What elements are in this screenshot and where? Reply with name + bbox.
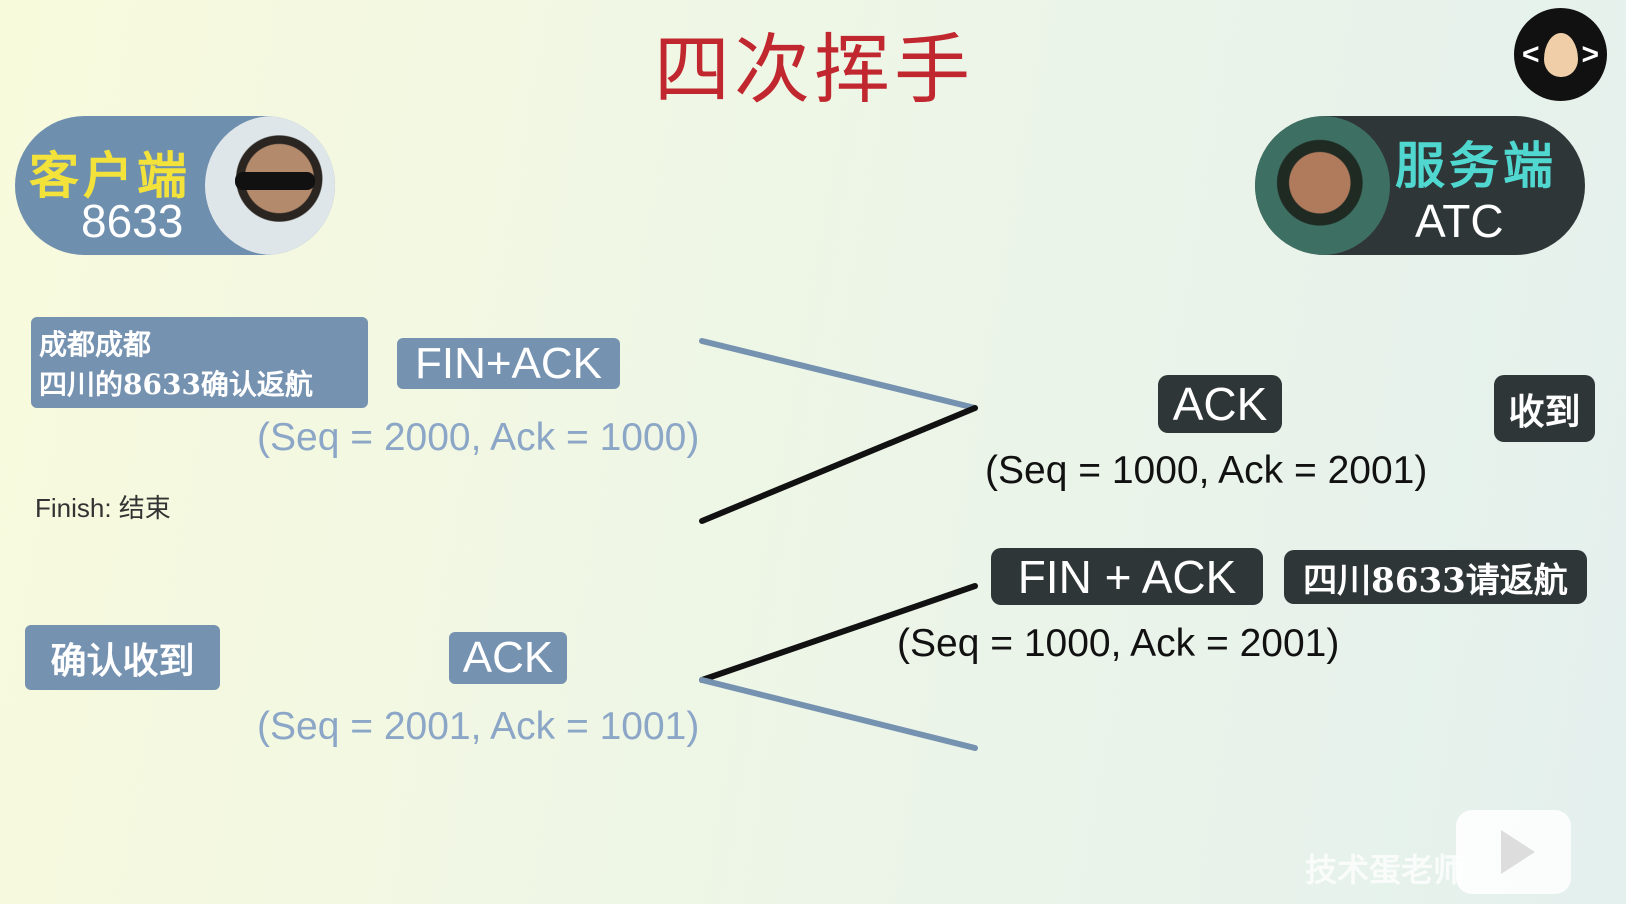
- watermark-text: 技术蛋老师: [1305, 852, 1466, 888]
- seq-step-2: (Seq = 1000, Ack = 2001): [985, 449, 1428, 492]
- ack-badge-client: ACK: [449, 632, 567, 684]
- play-icon: [1500, 830, 1535, 874]
- client-message-1-line1: 成都成都: [39, 328, 152, 361]
- ack-server-line: [699, 405, 978, 524]
- bilibili-tv-icon: [1456, 810, 1571, 894]
- client-message-1-line2: 四川的8633确认返航: [39, 368, 313, 401]
- fin-ack-badge-client: FIN+ACK: [397, 338, 620, 389]
- client-message-confirm: 确认收到: [25, 625, 220, 690]
- seq-step-1: (Seq = 2000, Ack = 1000): [257, 416, 700, 459]
- fin-ack-badge-server: FIN + ACK: [991, 548, 1263, 605]
- ack-badge-server: ACK: [1158, 375, 1282, 433]
- server-message-return: 四川8633请返航: [1284, 550, 1587, 604]
- fin-ack-client-line: [699, 338, 978, 411]
- ack-client-line: [699, 677, 978, 751]
- seq-step-4: (Seq = 2001, Ack = 1001): [257, 705, 700, 748]
- finish-note: Finish: 结束: [35, 493, 171, 523]
- server-message-received: 收到: [1494, 375, 1595, 442]
- client-message-1: 成都成都 四川的8633确认返航: [31, 317, 368, 408]
- seq-step-3: (Seq = 1000, Ack = 2001): [897, 622, 1340, 665]
